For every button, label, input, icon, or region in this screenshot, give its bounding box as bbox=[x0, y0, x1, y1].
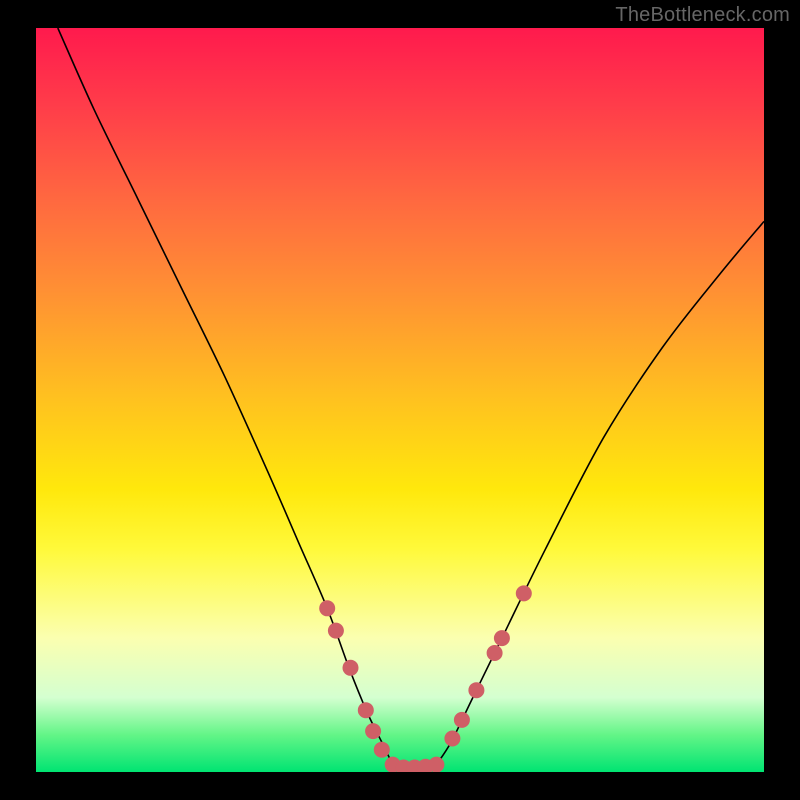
marker-dot bbox=[319, 600, 335, 616]
marker-dot bbox=[328, 623, 344, 639]
watermark-text: TheBottleneck.com bbox=[615, 4, 790, 27]
marker-dot bbox=[428, 757, 444, 772]
marker-dot bbox=[374, 742, 390, 758]
curve-overlay bbox=[36, 28, 764, 772]
bottleneck-curve bbox=[58, 28, 764, 769]
chart-frame: TheBottleneck.com bbox=[0, 0, 800, 800]
marker-dot bbox=[487, 645, 503, 661]
marker-dot bbox=[358, 702, 374, 718]
marker-dot bbox=[468, 682, 484, 698]
marker-dot bbox=[365, 723, 381, 739]
marker-dot bbox=[454, 712, 470, 728]
marker-dot bbox=[343, 660, 359, 676]
plot-area bbox=[36, 28, 764, 772]
marker-dot bbox=[516, 585, 532, 601]
marker-dot bbox=[494, 630, 510, 646]
marker-dot bbox=[444, 731, 460, 747]
marker-dots bbox=[319, 585, 532, 772]
